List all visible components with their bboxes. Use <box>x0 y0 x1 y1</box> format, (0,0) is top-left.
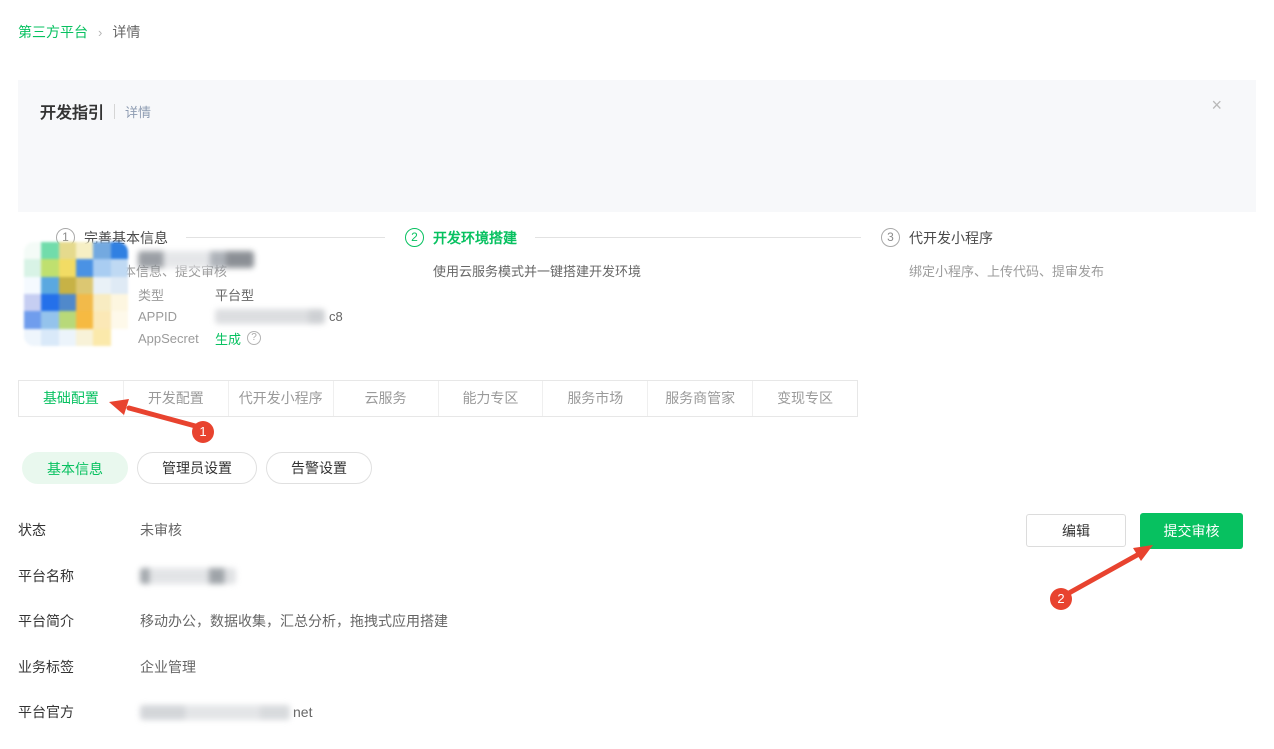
field-label: 平台名称 <box>18 566 140 586</box>
step-description: 绑定小程序、上传代码、提审发布 <box>909 261 1234 280</box>
field-value-redacted: net <box>140 704 312 720</box>
field-label: 状态 <box>18 520 140 540</box>
breadcrumb: 第三方平台 › 详情 <box>18 22 140 42</box>
tab-basic-config[interactable]: 基础配置 <box>19 381 123 416</box>
edit-button[interactable]: 编辑 <box>1026 514 1126 547</box>
tab-dev-config[interactable]: 开发配置 <box>123 381 228 416</box>
app-type-row: 类型 平台型 <box>138 283 343 305</box>
submit-review-button[interactable]: 提交审核 <box>1140 513 1243 549</box>
appid-label: APPID <box>138 309 215 324</box>
subtab-basic-info[interactable]: 基本信息 <box>22 452 128 484</box>
appid-value: c8 <box>215 309 343 324</box>
tab-provider-manager[interactable]: 服务商管家 <box>647 381 752 416</box>
field-label: 平台官方 <box>18 702 140 722</box>
field-value-redacted <box>140 568 236 584</box>
form-row-platform-intro: 平台简介 移动办公，数据收集，汇总分析，拖拽式应用搭建 <box>18 613 448 629</box>
step-connector-line <box>186 237 385 238</box>
form-row-platform-name: 平台名称 <box>18 568 448 584</box>
field-label: 平台简介 <box>18 611 140 631</box>
app-avatar-pixelated <box>24 242 128 346</box>
appid-visible-suffix: c8 <box>329 309 343 324</box>
app-meta: 类型 平台型 APPID c8 AppSecret 生成 ? <box>138 242 343 349</box>
step-title: 开发环境搭建 <box>433 228 517 248</box>
step-connector-line <box>535 237 861 238</box>
app-type-value: 平台型 <box>215 285 254 304</box>
third-party-platform-detail-page: 第三方平台 › 详情 开发指引 详情 × 1 完善基本信息 确认基本信息、提交审… <box>0 0 1274 749</box>
appsecret-label: AppSecret <box>138 331 215 346</box>
step-number-badge: 2 <box>405 228 424 247</box>
step-description: 使用云服务模式并一键搭建开发环境 <box>433 261 881 280</box>
guide-detail-link[interactable]: 详情 <box>125 102 151 121</box>
form-row-status: 状态 未审核 <box>18 522 448 538</box>
help-question-icon[interactable]: ? <box>247 331 261 345</box>
platform-name-redacted <box>140 568 236 584</box>
close-icon[interactable]: × <box>1211 96 1222 114</box>
breadcrumb-current: 详情 <box>112 22 140 42</box>
subtab-bar: 基本信息 管理员设置 告警设置 <box>22 452 372 484</box>
appid-redacted <box>215 309 325 324</box>
form-row-platform-official: 平台官方 net <box>18 704 448 720</box>
annotation-callout-1: 1 <box>192 421 214 443</box>
subtab-admin-settings[interactable]: 管理员设置 <box>137 452 257 484</box>
breadcrumb-root-link[interactable]: 第三方平台 <box>18 22 88 42</box>
guide-title: 开发指引 <box>40 99 104 123</box>
tab-service-market[interactable]: 服务市场 <box>542 381 647 416</box>
subtab-alert-settings[interactable]: 告警设置 <box>266 452 372 484</box>
field-value: 移动办公，数据收集，汇总分析，拖拽式应用搭建 <box>140 611 448 631</box>
breadcrumb-separator-icon: › <box>98 25 102 40</box>
step-number-badge: 3 <box>881 228 900 247</box>
field-label: 业务标签 <box>18 657 140 677</box>
dev-guide-header: 开发指引 详情 <box>18 80 1256 123</box>
tab-capability-zone[interactable]: 能力专区 <box>438 381 543 416</box>
tab-monetization-zone[interactable]: 变现专区 <box>752 381 857 416</box>
platform-official-redacted <box>140 705 290 720</box>
guide-step-3: 3 代开发小程序 绑定小程序、上传代码、提审发布 <box>881 228 1234 280</box>
app-name-redacted <box>138 251 254 268</box>
field-value: 企业管理 <box>140 657 196 677</box>
appsecret-row: AppSecret 生成 ? <box>138 327 343 349</box>
step-title: 代开发小程序 <box>909 228 993 248</box>
generate-secret-link[interactable]: 生成 <box>215 329 241 348</box>
main-tab-bar: 基础配置 开发配置 代开发小程序 云服务 能力专区 服务市场 服务商管家 变现专… <box>18 380 858 417</box>
detail-form: 状态 未审核 平台名称 平台简介 移动办公，数据收集，汇总分析，拖拽式应用搭建 … <box>18 522 448 749</box>
form-row-business-tag: 业务标签 企业管理 <box>18 659 448 675</box>
tab-delegated-miniprogram[interactable]: 代开发小程序 <box>228 381 333 416</box>
annotation-callout-2: 2 <box>1050 588 1072 610</box>
app-type-label: 类型 <box>138 285 215 304</box>
divider <box>114 104 115 119</box>
platform-official-visible-suffix: net <box>293 704 312 720</box>
appid-row: APPID c8 <box>138 305 343 327</box>
guide-step-2-active: 2 开发环境搭建 使用云服务模式并一键搭建开发环境 <box>405 228 881 280</box>
tab-cloud-service[interactable]: 云服务 <box>333 381 438 416</box>
field-value: 未审核 <box>140 520 182 540</box>
dev-guide-panel: 开发指引 详情 × 1 完善基本信息 确认基本信息、提交审核 2 开发环境搭建 <box>18 80 1256 212</box>
app-header: 类型 平台型 APPID c8 AppSecret 生成 ? <box>24 242 343 349</box>
